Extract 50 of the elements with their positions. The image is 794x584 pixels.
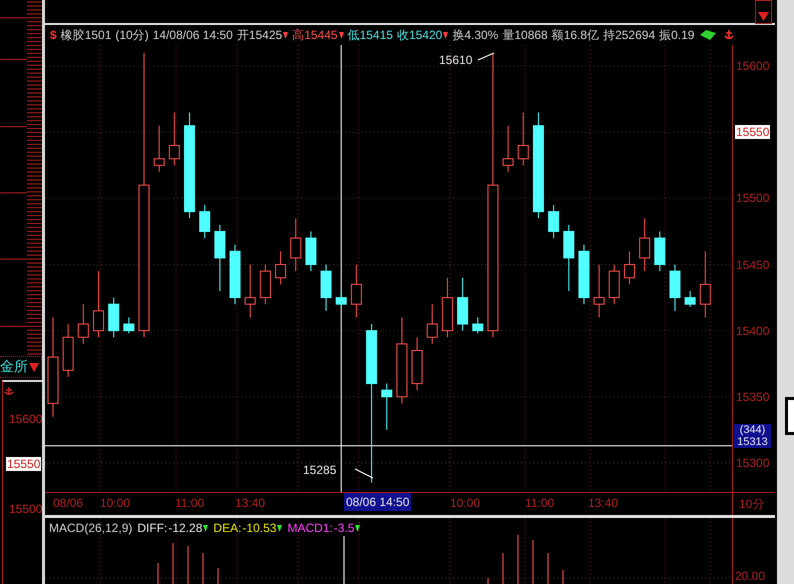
indicator-value: -3.5: [334, 521, 354, 535]
down-triangle-icon: [277, 524, 282, 532]
axis-label: 15300: [735, 456, 770, 470]
price-annotation: 15610: [439, 53, 472, 67]
down-triangle-icon: [355, 524, 360, 532]
axis-label: 15550: [6, 457, 42, 471]
price-annotation: 15285: [303, 463, 336, 477]
indicator-value: -12.28: [168, 521, 202, 535]
down-triangle-icon: [203, 524, 208, 532]
indicator-label: MACD1:: [287, 521, 333, 535]
time-label: 13:40: [588, 496, 618, 510]
quote-value: 开15425: [236, 26, 282, 44]
anchor-icon: [4, 386, 14, 396]
leader-line: [478, 52, 494, 60]
axis-label: 15550: [735, 125, 770, 140]
quote-value: 额16.8亿: [552, 26, 600, 44]
macd-title: MACD(26,12,9): [49, 521, 132, 535]
quote-value: 振0.19: [659, 26, 694, 44]
time-label: 11:00: [175, 496, 204, 510]
axis-label: 15500: [735, 191, 770, 206]
quote-value: 持252694: [603, 26, 656, 44]
indicator-label: DIFF:: [137, 521, 168, 535]
quote-value: 量10868: [502, 26, 548, 44]
axis-label: 15350: [735, 390, 770, 404]
crosshair-price: 15313: [737, 436, 768, 448]
quote-value: 高15445: [292, 26, 338, 44]
quote-value: 收15420: [396, 26, 442, 44]
axis-label: 15400: [735, 324, 770, 338]
symbol-label: 橡胶1501: [60, 26, 112, 44]
time-label: 11:00: [525, 496, 554, 510]
axis-label: 15600: [735, 59, 770, 74]
axis-label: 15450: [735, 258, 770, 272]
quote-value: 换4.30%: [452, 26, 498, 44]
axis-label: 15500: [8, 502, 44, 516]
bar-count: (344): [740, 424, 766, 436]
indicator-label: DEA:: [213, 521, 242, 535]
axis-label: 20.00: [735, 569, 766, 583]
leader-line: [354, 468, 374, 478]
indicator-value: -10.53: [242, 521, 276, 535]
axis-label: 15600: [8, 412, 44, 426]
time-label: 10:00: [450, 496, 480, 510]
time-label: 08/06: [53, 496, 84, 510]
datetime-label: 14/08/06 14:50: [152, 28, 233, 42]
time-label: 08/06 14:50: [344, 493, 412, 511]
quote-value: 低15415: [348, 26, 393, 44]
period-label: (10分): [115, 26, 149, 44]
anchor-icon[interactable]: [724, 29, 734, 41]
time-label: 13:40: [235, 496, 266, 510]
time-label: 10:00: [100, 496, 130, 510]
dollar-icon[interactable]: $: [50, 28, 57, 42]
